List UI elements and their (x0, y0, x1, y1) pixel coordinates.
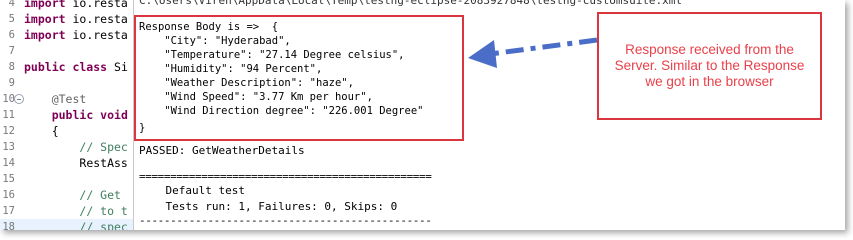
editor-line[interactable]: 7 (0, 43, 140, 59)
code-token: // Spec (79, 140, 128, 154)
editor-line[interactable]: 13 // Spec (0, 139, 140, 155)
code-token: @Test (51, 92, 87, 106)
response-field: "Temperature": "27.14 Degree celsius", (139, 49, 405, 61)
code-keyword: import (24, 28, 66, 42)
code-keyword: public void (51, 108, 128, 122)
code-token: Si (107, 60, 128, 74)
code-text: @Test (24, 91, 87, 107)
code-token: // to t (79, 204, 128, 218)
callout-arrow-icon (468, 37, 598, 68)
editor-line[interactable]: 10 @Test (0, 91, 140, 107)
response-body-highlight: Response Body is => { "City": "Hyderabad… (134, 15, 464, 141)
code-text: public class Si (24, 59, 128, 75)
code-token: // spec (79, 220, 128, 230)
console-tests-summary: Tests run: 1, Failures: 0, Skips: 0 (139, 200, 398, 213)
line-number: 18 (2, 221, 15, 230)
line-number: 13 (2, 141, 15, 153)
code-text: { (24, 123, 59, 139)
editor-line[interactable]: 16 // Get (0, 187, 140, 203)
response-field: "Weather Description": "haze", (139, 77, 354, 89)
response-field: "Humidity": "94 Percent", (139, 63, 323, 75)
line-number: 17 (2, 205, 15, 217)
response-header: Response Body is => { (139, 21, 279, 33)
line-number: 16 (2, 189, 15, 201)
code-text: import io.resta (24, 0, 128, 11)
code-text: // Spec (24, 139, 128, 155)
line-number: 11 (2, 109, 15, 121)
console-separator: ========================================… (139, 170, 432, 183)
line-number: 7 (8, 45, 15, 57)
code-token: io.resta (65, 12, 128, 26)
editor-line[interactable]: 5 import io.resta (0, 11, 140, 27)
response-footer: } (139, 122, 146, 134)
editor-line[interactable]: 18 // spec (0, 219, 140, 230)
code-keyword: public class (24, 60, 108, 74)
response-field: "Wind Speed": "3.77 Km per hour", (139, 91, 373, 103)
annotation-callout: Response received from the Server. Simil… (597, 12, 822, 120)
line-number: 15 (2, 173, 15, 185)
code-editor[interactable]: 4 import io.resta 5 import io.resta 6 import … (0, 0, 140, 230)
line-number: 4 (8, 0, 15, 9)
response-field: "City": "Hyderabad", (139, 35, 291, 47)
editor-line[interactable]: 4 import io.resta (0, 0, 140, 11)
editor-line[interactable]: 8 public class Si (0, 59, 140, 75)
editor-line[interactable]: 12 { (0, 123, 140, 139)
code-text: public void (24, 107, 128, 123)
editor-line[interactable]: 9 (0, 75, 140, 91)
console-passed-line: PASSED: GetWeatherDetails (139, 144, 305, 157)
code-text: // to t (24, 203, 128, 219)
code-text: import io.resta (24, 11, 128, 27)
code-token: RestAss (79, 156, 128, 170)
line-number: 8 (8, 61, 15, 73)
code-text: // spec (24, 219, 128, 230)
code-token: io.resta (65, 28, 128, 42)
editor-line[interactable]: 14 RestAss (0, 155, 140, 171)
response-field: "Wind Direction degree": "226.001 Degree… (139, 105, 424, 117)
line-number: 12 (2, 125, 15, 137)
screenshot-frame: 4 import io.resta 5 import io.resta 6 import … (0, 0, 845, 230)
console-suite-name: Default test (139, 184, 245, 197)
line-number: 5 (8, 13, 15, 25)
console-separator-dashes: ----------------------------------------… (139, 214, 432, 227)
editor-line[interactable]: 11 public void (0, 107, 140, 123)
code-keyword: import (24, 12, 66, 26)
code-keyword: import (24, 0, 66, 10)
editor-line[interactable]: 15 (0, 171, 140, 187)
fold-toggle-icon[interactable] (14, 94, 24, 104)
code-token: io.resta (65, 0, 128, 10)
editor-line[interactable]: 6 import io.resta (0, 27, 140, 43)
code-text: import io.resta (24, 27, 128, 43)
callout-text: Response received from the Server. Simil… (614, 42, 805, 89)
code-text: RestAss (24, 155, 128, 171)
line-number: 9 (8, 77, 15, 89)
line-number: 6 (8, 29, 15, 41)
editor-line[interactable]: 17 // to t (0, 203, 140, 219)
code-text: // Get (24, 187, 121, 203)
console-path-line: C:\Users\Viren\AppData\Local\Temp\testng… (139, 0, 683, 7)
code-token: { (51, 124, 59, 138)
code-token: // Get (79, 188, 121, 202)
line-number: 14 (2, 157, 15, 169)
